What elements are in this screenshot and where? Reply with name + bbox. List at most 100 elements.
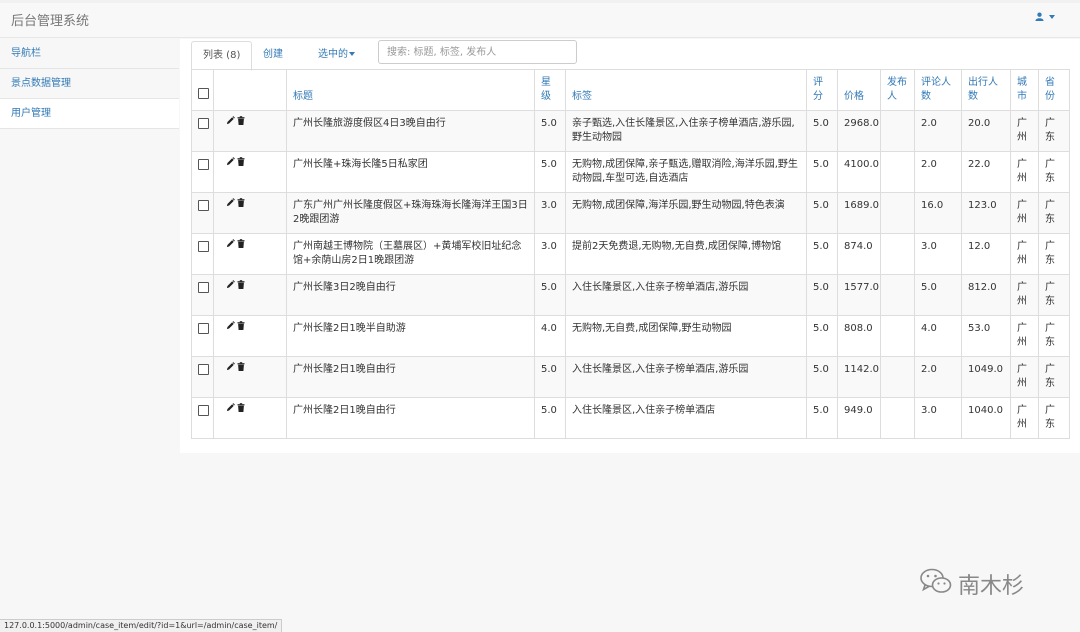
header-publisher[interactable]: 发布人: [880, 69, 915, 111]
pencil-icon[interactable]: [226, 157, 235, 171]
cell-comments: 4.0: [914, 315, 962, 357]
cell-price: 2968.0: [837, 110, 881, 152]
cell-title: 广州南越王博物院（王墓展区）+黄埔军校旧址纪念馆+余荫山房2日1晚跟团游: [286, 233, 535, 275]
data-table: 标题 星级 标签 评分 价格 发布人 评论人数 出行人数 城市 省份 广州长隆旅…: [191, 69, 1070, 439]
app-title[interactable]: 后台管理系统: [11, 10, 89, 29]
user-menu-button[interactable]: [1035, 12, 1055, 21]
status-bar-url: 127.0.0.1:5000/admin/case_item/edit/?id=…: [0, 619, 283, 632]
cell-price: 949.0: [837, 397, 881, 439]
cell-city: 广州: [1010, 192, 1039, 234]
pencil-icon[interactable]: [226, 321, 235, 335]
select-all-checkbox[interactable]: [198, 88, 209, 99]
cell-score: 5.0: [806, 192, 838, 234]
cell-price: 808.0: [837, 315, 881, 357]
trash-icon[interactable]: [237, 198, 245, 212]
trash-icon[interactable]: [237, 321, 245, 335]
cell-province: 广东: [1038, 397, 1070, 439]
cell-star: 5.0: [534, 151, 566, 193]
cell-price: 4100.0: [837, 151, 881, 193]
cell-title: 广州长隆3日2晚自由行: [286, 274, 535, 316]
watermark: 南木杉: [920, 568, 1024, 600]
row-checkbox[interactable]: [198, 118, 209, 129]
tab-list[interactable]: 列表 (8): [191, 41, 253, 71]
row-checkbox[interactable]: [198, 405, 209, 416]
cell-tags: 入住长隆景区,入住亲子榜单酒店,游乐园: [565, 356, 807, 398]
cell-province: 广东: [1038, 192, 1070, 234]
table-header-row: 标题 星级 标签 评分 价格 发布人 评论人数 出行人数 城市 省份: [191, 69, 1070, 111]
cell-price: 1142.0: [837, 356, 881, 398]
row-checkbox[interactable]: [198, 282, 209, 293]
trash-icon[interactable]: [237, 239, 245, 253]
header-comments[interactable]: 评论人数: [914, 69, 962, 111]
tab-bar: 列表 (8) 创建 选中的: [191, 39, 1069, 71]
cell-city: 广州: [1010, 356, 1039, 398]
pencil-icon[interactable]: [226, 280, 235, 294]
header-star[interactable]: 星级: [534, 69, 566, 111]
cell-tags: 无购物,成团保障,亲子甄选,赠取消险,海洋乐园,野生动物园,车型可选,自选酒店: [565, 151, 807, 193]
pencil-icon[interactable]: [226, 239, 235, 253]
cell-select: [191, 151, 214, 193]
table-row: 广州长隆2日1晚半自助游 4.0 无购物,无自费,成团保障,野生动物园 5.0 808.…: [191, 315, 1070, 357]
cell-actions: [213, 315, 287, 357]
header-province[interactable]: 省份: [1038, 69, 1070, 111]
sidebar-item-scenic-data[interactable]: 景点数据管理: [0, 69, 179, 99]
cell-city: 广州: [1010, 397, 1039, 439]
row-checkbox[interactable]: [198, 200, 209, 211]
header-travelers[interactable]: 出行人数: [961, 69, 1011, 111]
cell-province: 广东: [1038, 274, 1070, 316]
pencil-icon[interactable]: [226, 403, 235, 417]
cell-province: 广东: [1038, 356, 1070, 398]
row-checkbox[interactable]: [198, 241, 209, 252]
navbar-top-line: [0, 0, 1080, 3]
header-city[interactable]: 城市: [1010, 69, 1039, 111]
pencil-icon[interactable]: [226, 116, 235, 130]
header-price[interactable]: 价格: [837, 69, 881, 111]
cell-select: [191, 315, 214, 357]
header-score[interactable]: 评分: [806, 69, 838, 111]
cell-comments: 3.0: [914, 233, 962, 275]
cell-title: 广州长隆+珠海长隆5日私家团: [286, 151, 535, 193]
tab-create[interactable]: 创建: [252, 41, 294, 69]
search-input[interactable]: [378, 40, 577, 64]
row-checkbox[interactable]: [198, 323, 209, 334]
cell-title: 广东广州广州长隆度假区+珠海珠海长隆海洋王国3日2晚跟团游: [286, 192, 535, 234]
sidebar-item-users[interactable]: 用户管理: [0, 99, 179, 129]
cell-tags: 入住长隆景区,入住亲子榜单酒店: [565, 397, 807, 439]
cell-actions: [213, 151, 287, 193]
cell-publisher: [880, 192, 915, 234]
cell-province: 广东: [1038, 315, 1070, 357]
pencil-icon[interactable]: [226, 198, 235, 212]
cell-travelers: 20.0: [961, 110, 1011, 152]
chevron-down-icon: [1049, 14, 1055, 19]
sidebar-item-nav[interactable]: 导航栏: [0, 39, 179, 69]
table-row: 广州长隆3日2晚自由行 5.0 入住长隆景区,入住亲子榜单酒店,游乐园 5.0 1577…: [191, 274, 1070, 316]
cell-score: 5.0: [806, 274, 838, 316]
cell-score: 5.0: [806, 151, 838, 193]
header-title[interactable]: 标题: [286, 69, 535, 111]
cell-comments: 5.0: [914, 274, 962, 316]
cell-score: 5.0: [806, 356, 838, 398]
cell-province: 广东: [1038, 233, 1070, 275]
cell-tags: 无购物,成团保障,海洋乐园,野生动物园,特色表演: [565, 192, 807, 234]
cell-price: 1689.0: [837, 192, 881, 234]
table-row: 广州长隆2日1晚自由行 5.0 入住长隆景区,入住亲子榜单酒店,游乐园 5.0 1142…: [191, 356, 1070, 398]
row-checkbox[interactable]: [198, 364, 209, 375]
cell-city: 广州: [1010, 233, 1039, 275]
cell-score: 5.0: [806, 233, 838, 275]
pencil-icon[interactable]: [226, 362, 235, 376]
cell-publisher: [880, 397, 915, 439]
trash-icon[interactable]: [237, 157, 245, 171]
cell-tags: 无购物,无自费,成团保障,野生动物园: [565, 315, 807, 357]
cell-city: 广州: [1010, 315, 1039, 357]
cell-star: 5.0: [534, 274, 566, 316]
header-tags[interactable]: 标签: [565, 69, 807, 111]
cell-comments: 2.0: [914, 356, 962, 398]
trash-icon[interactable]: [237, 116, 245, 130]
trash-icon[interactable]: [237, 403, 245, 417]
tab-selected-actions[interactable]: 选中的: [307, 41, 366, 69]
cell-travelers: 1040.0: [961, 397, 1011, 439]
cell-title: 广州长隆旅游度假区4日3晚自由行: [286, 110, 535, 152]
trash-icon[interactable]: [237, 280, 245, 294]
row-checkbox[interactable]: [198, 159, 209, 170]
trash-icon[interactable]: [237, 362, 245, 376]
